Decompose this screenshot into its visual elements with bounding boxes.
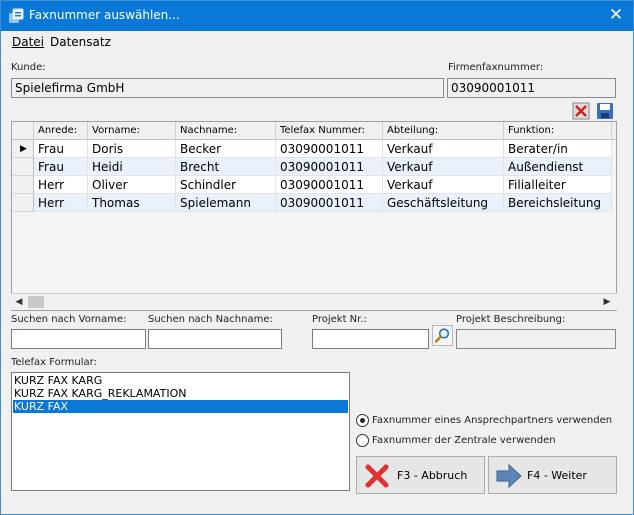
weiter-label: F4 - Weiter xyxy=(527,469,587,482)
kunde-label: Kunde: xyxy=(11,62,46,73)
row-selector[interactable] xyxy=(12,176,34,194)
table-cell[interactable]: Frau xyxy=(34,140,88,158)
telefax-formular-label: Telefax Formular: xyxy=(11,357,97,368)
delete-record-icon[interactable] xyxy=(572,102,590,120)
app-icon xyxy=(8,8,24,24)
weiter-button[interactable]: F4 - Weiter xyxy=(488,456,617,494)
radio-zentrale[interactable] xyxy=(356,434,369,447)
cancel-icon xyxy=(365,464,389,488)
nachname-search-label: Suchen nach Nachname: xyxy=(148,314,273,325)
contacts-grid[interactable]: Anrede: Vorname: Nachname: Telefax Numme… xyxy=(11,121,617,311)
list-item[interactable]: KURZ FAX KARG_REKLAMATION xyxy=(13,387,348,400)
col-anrede[interactable]: Anrede: xyxy=(34,122,88,140)
scroll-left-icon[interactable]: ◀ xyxy=(12,295,26,309)
table-cell[interactable]: Verkauf xyxy=(383,176,504,194)
radio-zentrale-label[interactable]: Faxnummer der Zentrale verwenden xyxy=(372,435,556,446)
table-cell[interactable]: 03090001011 xyxy=(276,194,383,212)
table-cell[interactable]: Verkauf xyxy=(383,158,504,176)
table-cell[interactable]: Herr xyxy=(34,194,88,212)
menu-datei[interactable]: Datei xyxy=(12,35,44,49)
scroll-right-icon[interactable]: ▶ xyxy=(600,295,614,309)
table-cell[interactable]: Verkauf xyxy=(383,140,504,158)
arrow-right-icon xyxy=(495,463,523,489)
table-cell[interactable]: Herr xyxy=(34,176,88,194)
beschreibung-label: Projekt Beschreibung: xyxy=(456,314,566,325)
table-cell[interactable]: Frau xyxy=(34,158,88,176)
radio-ansprechpartner-label[interactable]: Faxnummer eines Ansprechpartners verwend… xyxy=(372,415,612,426)
close-icon[interactable]: ✕ xyxy=(605,5,627,27)
table-cell[interactable]: Schindler xyxy=(176,176,276,194)
scroll-thumb[interactable] xyxy=(28,296,44,308)
telefax-formular-list[interactable]: KURZ FAX KARG KURZ FAX KARG_REKLAMATION … xyxy=(11,372,350,491)
table-cell[interactable]: 03090001011 xyxy=(276,176,383,194)
col-nachname[interactable]: Nachname: xyxy=(176,122,276,140)
col-funktion[interactable]: Funktion: xyxy=(504,122,612,140)
grid-corner xyxy=(12,122,34,140)
beschreibung-field xyxy=(456,329,616,349)
table-cell[interactable]: Geschäftsleitung xyxy=(383,194,504,212)
table-cell[interactable]: 03090001011 xyxy=(276,158,383,176)
projekt-label: Projekt Nr.: xyxy=(312,314,367,325)
table-cell[interactable]: Bereichsleitung xyxy=(504,194,612,212)
abbruch-label: F3 - Abbruch xyxy=(397,469,468,482)
table-cell[interactable]: 03090001011 xyxy=(276,140,383,158)
vorname-search-label: Suchen nach Vorname: xyxy=(11,314,127,325)
table-cell[interactable]: Außendienst xyxy=(504,158,612,176)
row-selector[interactable]: ▶ xyxy=(12,140,34,158)
menu-datensatz[interactable]: Datensatz xyxy=(50,35,111,49)
horizontal-scrollbar[interactable]: ◀ ▶ xyxy=(11,293,617,310)
projekt-input[interactable] xyxy=(312,329,429,349)
search-icon[interactable] xyxy=(432,325,453,346)
vorname-search-input[interactable] xyxy=(11,329,146,349)
table-cell[interactable]: Oliver xyxy=(88,176,176,194)
col-abteilung[interactable]: Abteilung: xyxy=(383,122,504,140)
row-selector[interactable] xyxy=(12,158,34,176)
table-cell[interactable]: Thomas xyxy=(88,194,176,212)
col-vorname[interactable]: Vorname: xyxy=(88,122,176,140)
col-telefax[interactable]: Telefax Nummer: xyxy=(276,122,383,140)
radio-dot xyxy=(360,418,365,423)
list-item[interactable]: KURZ FAX KARG xyxy=(13,374,348,387)
col-overflow xyxy=(612,122,616,140)
table-cell[interactable]: Heidi xyxy=(88,158,176,176)
title-bar: Faxnummer auswählen... ✕ xyxy=(1,1,633,31)
table-cell[interactable]: Doris xyxy=(88,140,176,158)
firmenfax-label: Firmenfaxnummer: xyxy=(448,62,544,73)
table-cell[interactable]: Filialleiter xyxy=(504,176,612,194)
list-item-selected[interactable]: KURZ FAX xyxy=(13,400,348,413)
table-cell[interactable]: Spielemann xyxy=(176,194,276,212)
table-cell[interactable]: Berater/in xyxy=(504,140,612,158)
firmenfax-field[interactable]: 03090001011 xyxy=(447,78,616,98)
menu-bar: Datei Datensatz xyxy=(1,31,633,53)
fax-dialog-window: Faxnummer auswählen... ✕ Datei Datensatz… xyxy=(0,0,634,515)
abbruch-button[interactable]: F3 - Abbruch xyxy=(356,456,485,494)
window-title: Faxnummer auswählen... xyxy=(29,8,180,22)
row-selector[interactable] xyxy=(12,194,34,212)
kunde-field[interactable]: Spielefirma GmbH xyxy=(11,78,444,98)
current-row-icon: ▶ xyxy=(20,144,27,154)
nachname-search-input[interactable] xyxy=(148,329,282,349)
radio-ansprechpartner[interactable] xyxy=(356,414,369,427)
table-cell[interactable]: Brecht xyxy=(176,158,276,176)
save-icon[interactable] xyxy=(596,102,614,120)
table-cell[interactable]: Becker xyxy=(176,140,276,158)
